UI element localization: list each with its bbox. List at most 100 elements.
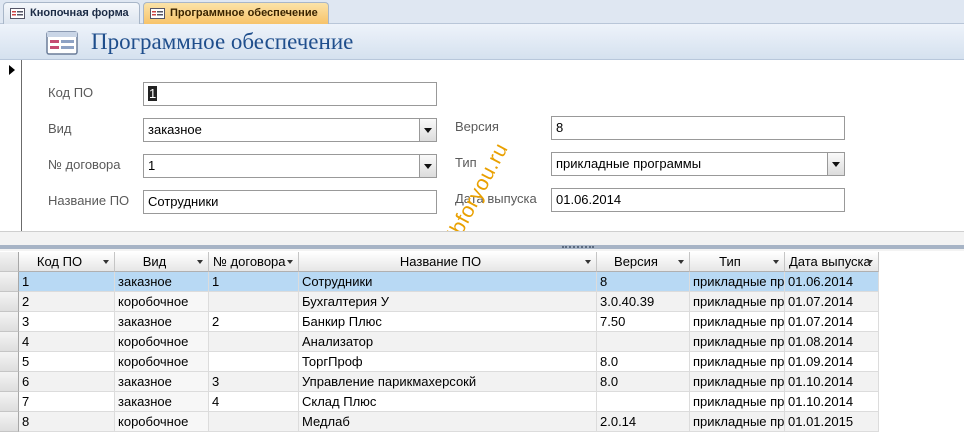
cell-tip[interactable]: прикладные программы <box>690 352 785 372</box>
tab-software-form[interactable]: Программное обеспечение <box>143 2 329 24</box>
cell-nazvanie[interactable]: Склад Плюс <box>299 392 597 412</box>
row-selector[interactable] <box>0 312 19 332</box>
cell-versia[interactable] <box>597 332 690 352</box>
sort-filter-arrow-icon[interactable] <box>867 260 873 264</box>
vid-combobox[interactable]: заказное <box>143 118 437 142</box>
cell-data[interactable]: 01.09.2014 <box>785 352 879 372</box>
cell-tip[interactable]: прикладные программы <box>690 272 785 292</box>
cell-kod[interactable]: 8 <box>19 412 115 432</box>
cell-vid[interactable]: коробочное <box>115 332 209 352</box>
splitter-grip-icon[interactable] <box>562 246 594 248</box>
table-row[interactable]: 1 заказное 1 Сотрудники 8 прикладные про… <box>19 272 879 292</box>
cell-dogovor[interactable] <box>209 332 299 352</box>
cell-dogovor[interactable] <box>209 352 299 372</box>
cell-nazvanie[interactable]: Анализатор <box>299 332 597 352</box>
table-row[interactable]: 5 коробочное ТоргПроф 8.0 прикладные про… <box>19 352 879 372</box>
cell-kod[interactable]: 5 <box>19 352 115 372</box>
cell-versia[interactable]: 3.0.40.39 <box>597 292 690 312</box>
cell-nazvanie[interactable]: Сотрудники <box>299 272 597 292</box>
cell-data[interactable]: 01.01.2015 <box>785 412 879 432</box>
cell-kod[interactable]: 1 <box>19 272 115 292</box>
cell-nazvanie[interactable]: Управление парикмахерсокй <box>299 372 597 392</box>
cell-dogovor[interactable]: 2 <box>209 312 299 332</box>
cell-versia[interactable] <box>597 392 690 412</box>
row-selector[interactable] <box>0 412 19 432</box>
cell-tip[interactable]: прикладные программы <box>690 392 785 412</box>
sort-filter-arrow-icon[interactable] <box>585 260 591 264</box>
cell-data[interactable]: 01.07.2014 <box>785 292 879 312</box>
cell-vid[interactable]: заказное <box>115 312 209 332</box>
row-selector[interactable] <box>0 372 19 392</box>
vid-dropdown-arrow-icon[interactable] <box>419 119 436 141</box>
cell-versia[interactable]: 8.0 <box>597 352 690 372</box>
row-selector[interactable] <box>0 272 19 292</box>
column-header-vid[interactable]: Вид <box>115 252 209 272</box>
cell-tip[interactable]: прикладные программы <box>690 312 785 332</box>
split-form-splitter[interactable] <box>0 231 964 251</box>
sort-filter-arrow-icon[interactable] <box>287 260 293 264</box>
cell-nazvanie[interactable]: Бухгалтерия У <box>299 292 597 312</box>
table-row[interactable]: 8 коробочное Медлаб 2.0.14 прикладные пр… <box>19 412 879 432</box>
table-row[interactable]: 3 заказное 2 Банкир Плюс 7.50 прикладные… <box>19 312 879 332</box>
cell-data[interactable]: 01.06.2014 <box>785 272 879 292</box>
sort-filter-arrow-icon[interactable] <box>103 260 109 264</box>
cell-data[interactable]: 01.10.2014 <box>785 372 879 392</box>
cell-versia[interactable]: 8.0 <box>597 372 690 392</box>
cell-vid[interactable]: заказное <box>115 392 209 412</box>
cell-dogovor[interactable]: 1 <box>209 272 299 292</box>
tip-combobox[interactable]: прикладные программы <box>551 152 845 176</box>
cell-versia[interactable]: 7.50 <box>597 312 690 332</box>
column-header-dogovor[interactable]: № договора <box>209 252 299 272</box>
column-header-tip[interactable]: Тип <box>690 252 785 272</box>
data-field[interactable]: 01.06.2014 <box>551 188 845 212</box>
cell-kod[interactable]: 2 <box>19 292 115 312</box>
cell-data[interactable]: 01.10.2014 <box>785 392 879 412</box>
cell-tip[interactable]: прикладные программы <box>690 292 785 312</box>
column-header-versia[interactable]: Версия <box>597 252 690 272</box>
table-row[interactable]: 7 заказное 4 Склад Плюс прикладные прогр… <box>19 392 879 412</box>
cell-vid[interactable]: заказное <box>115 272 209 292</box>
versia-field[interactable]: 8 <box>551 116 845 140</box>
row-selector[interactable] <box>0 292 19 312</box>
sort-filter-arrow-icon[interactable] <box>197 260 203 264</box>
column-header-nazvanie[interactable]: Название ПО <box>299 252 597 272</box>
cell-dogovor[interactable] <box>209 292 299 312</box>
select-all-corner[interactable] <box>0 252 19 272</box>
tip-dropdown-arrow-icon[interactable] <box>827 153 844 175</box>
column-header-data[interactable]: Дата выпуска <box>785 252 879 272</box>
cell-vid[interactable]: коробочное <box>115 412 209 432</box>
cell-vid[interactable]: коробочное <box>115 352 209 372</box>
cell-kod[interactable]: 4 <box>19 332 115 352</box>
dogovor-combobox[interactable]: 1 <box>143 154 437 178</box>
cell-kod[interactable]: 7 <box>19 392 115 412</box>
cell-tip[interactable]: прикладные программы <box>690 412 785 432</box>
cell-dogovor[interactable]: 4 <box>209 392 299 412</box>
tab-switchboard-form[interactable]: Кнопочная форма <box>3 2 140 24</box>
cell-versia[interactable]: 2.0.14 <box>597 412 690 432</box>
cell-data[interactable]: 01.07.2014 <box>785 312 879 332</box>
splitter-bar[interactable] <box>0 245 964 249</box>
record-selector[interactable] <box>0 60 22 231</box>
row-selector[interactable] <box>0 392 19 412</box>
cell-dogovor[interactable] <box>209 412 299 432</box>
sort-filter-arrow-icon[interactable] <box>678 260 684 264</box>
cell-vid[interactable]: коробочное <box>115 292 209 312</box>
row-selector[interactable] <box>0 352 19 372</box>
table-row[interactable]: 2 коробочное Бухгалтерия У 3.0.40.39 при… <box>19 292 879 312</box>
cell-dogovor[interactable]: 3 <box>209 372 299 392</box>
cell-nazvanie[interactable]: ТоргПроф <box>299 352 597 372</box>
row-selector[interactable] <box>0 332 19 352</box>
cell-nazvanie[interactable]: Медлаб <box>299 412 597 432</box>
table-row[interactable]: 6 заказное 3 Управление парикмахерсокй 8… <box>19 372 879 392</box>
table-row[interactable]: 4 коробочное Анализатор прикладные прогр… <box>19 332 879 352</box>
cell-tip[interactable]: прикладные программы <box>690 372 785 392</box>
cell-data[interactable]: 01.08.2014 <box>785 332 879 352</box>
cell-kod[interactable]: 3 <box>19 312 115 332</box>
cell-vid[interactable]: заказное <box>115 372 209 392</box>
sort-filter-arrow-icon[interactable] <box>773 260 779 264</box>
dogovor-dropdown-arrow-icon[interactable] <box>419 155 436 177</box>
cell-nazvanie[interactable]: Банкир Плюс <box>299 312 597 332</box>
cell-kod[interactable]: 6 <box>19 372 115 392</box>
cell-versia[interactable]: 8 <box>597 272 690 292</box>
cell-tip[interactable]: прикладные программы <box>690 332 785 352</box>
